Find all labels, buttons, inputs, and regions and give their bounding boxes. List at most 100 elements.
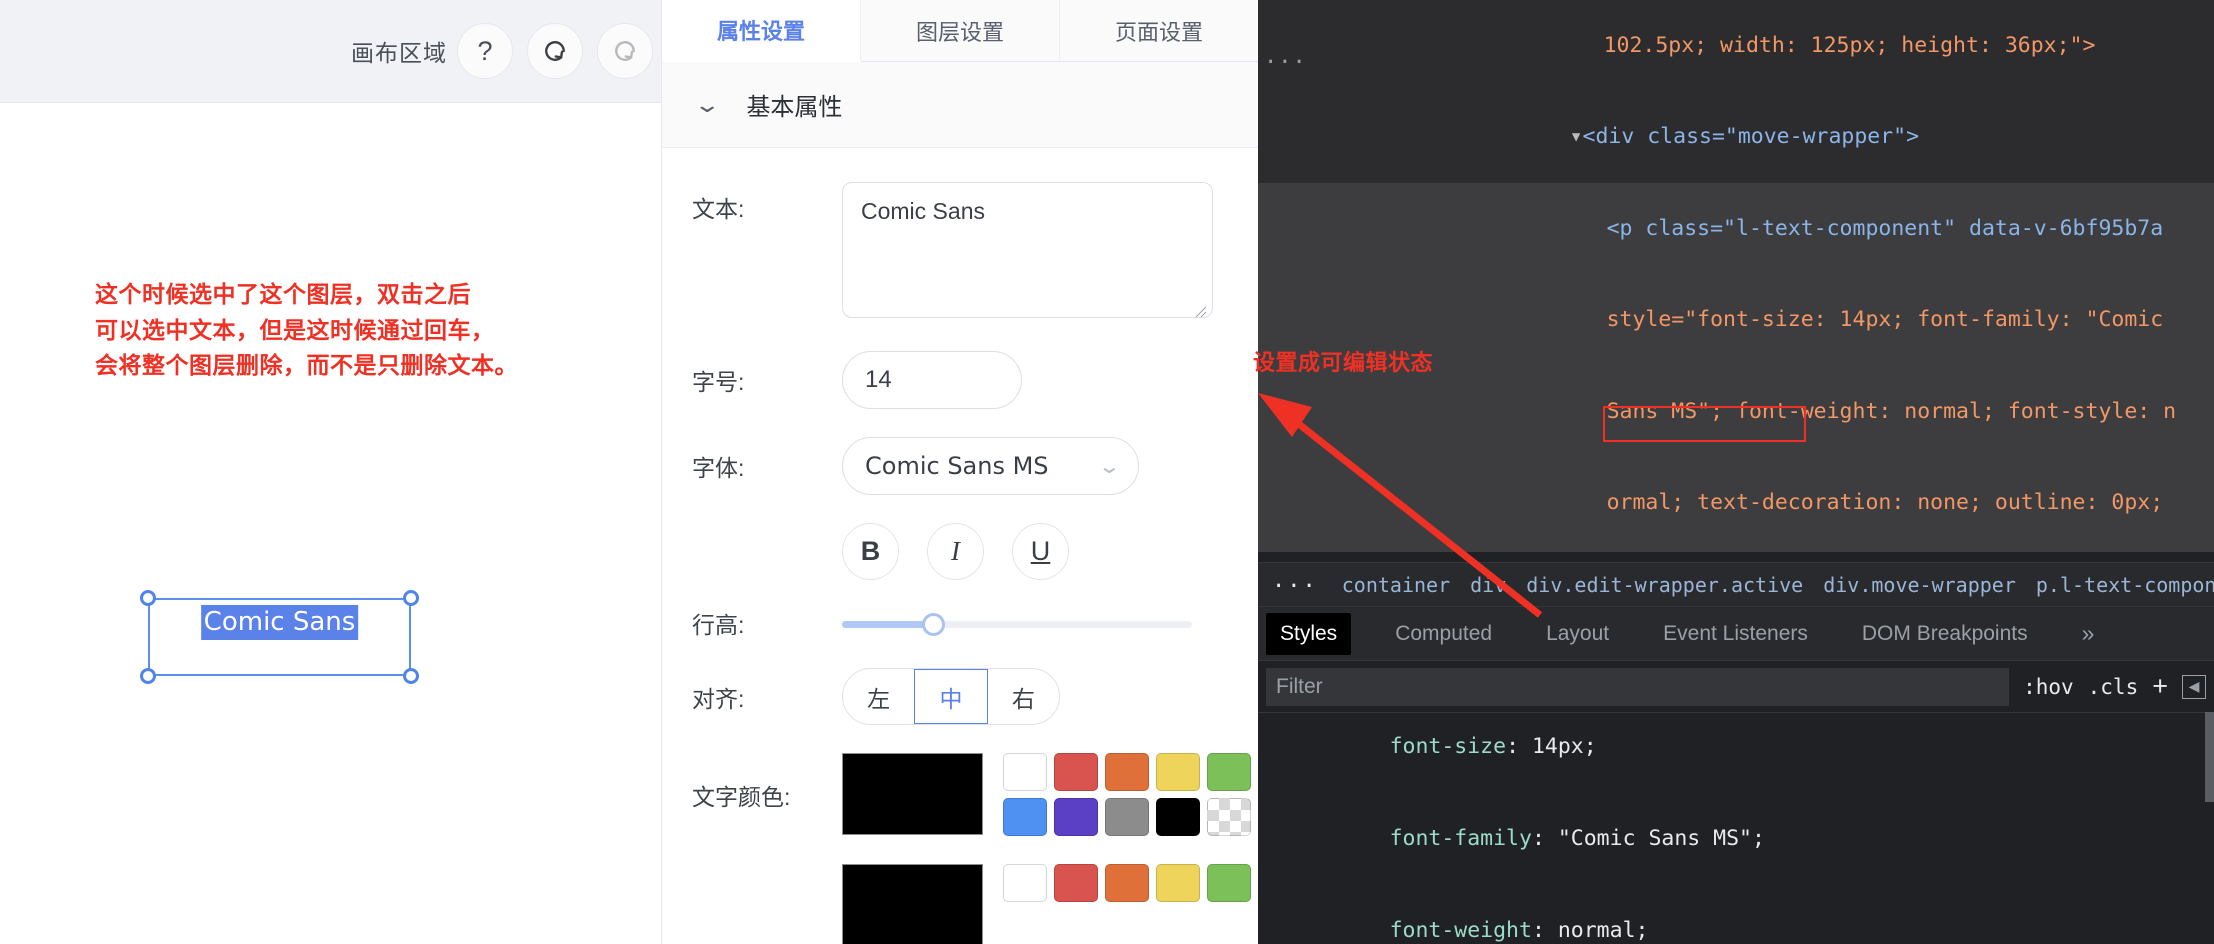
row-text-color: 文字颜色: — [662, 753, 1258, 836]
swatch-green[interactable] — [1207, 864, 1251, 902]
tab-attribute-settings[interactable]: 属性设置 — [662, 0, 861, 62]
label-text: 文本: — [692, 196, 745, 222]
tab-layer-settings[interactable]: 图层设置 — [861, 0, 1060, 61]
swatch-red[interactable] — [1054, 753, 1098, 791]
section-title: 基本属性 — [746, 94, 843, 121]
align-right-button[interactable]: 右 — [988, 669, 1059, 724]
breadcrumb-overflow-button[interactable]: ... — [1266, 568, 1322, 601]
next-color-picker — [842, 864, 1258, 944]
selected-layer[interactable]: Comic Sans — [140, 590, 419, 684]
resize-handle-bottom-right[interactable] — [403, 668, 419, 684]
text-color-preview[interactable] — [842, 753, 983, 835]
resize-handle-top-right[interactable] — [403, 590, 419, 606]
dom-line-text: style="font-size: 14px; font-family: "Co… — [1606, 307, 2164, 333]
computed-sidebar-toggle-icon[interactable]: ◀ — [2182, 674, 2206, 699]
swatch-white[interactable] — [1003, 753, 1047, 791]
redo-button[interactable] — [597, 23, 653, 79]
dom-line[interactable]: Sans MS"; font-weight: normal; font-styl… — [1258, 366, 2214, 458]
align-left-button[interactable]: 左 — [843, 669, 914, 724]
underline-button[interactable]: U — [1012, 523, 1069, 580]
row-line-height: 行高: — [662, 606, 1258, 640]
css-property: font-size — [1389, 733, 1507, 759]
resize-handle-top-left[interactable] — [140, 590, 156, 606]
properties-panel: 属性设置 图层设置 页面设置 ⌄ 基本属性 文本: Comic Sans 字号:… — [661, 0, 1258, 944]
text-format-buttons: B I U — [662, 523, 1258, 580]
row-next-color — [662, 864, 1258, 944]
new-style-rule-button[interactable]: + — [2152, 671, 2168, 702]
dom-horizontal-scrollbar[interactable] — [1258, 552, 2214, 562]
next-color-preview[interactable] — [842, 864, 983, 944]
font-family-value: Comic Sans MS — [865, 452, 1049, 480]
devtools-dom-tree: ... 102.5px; width: 125px; height: 36px;… — [1258, 0, 2214, 562]
italic-button[interactable]: I — [927, 523, 984, 580]
swatch-red[interactable] — [1054, 864, 1098, 902]
label-line-height: 行高: — [692, 612, 745, 638]
swatch-blue[interactable] — [1003, 798, 1047, 836]
disclosure-triangle-icon[interactable]: ▾ — [1570, 124, 1583, 149]
breadcrumb-item-container[interactable]: container — [1342, 573, 1450, 597]
tab-styles[interactable]: Styles — [1266, 612, 1352, 655]
dom-line[interactable]: ▾<div class="move-wrapper"> — [1258, 91, 2214, 184]
align-center-button[interactable]: 中 — [914, 669, 988, 724]
properties-tabs: 属性设置 图层设置 页面设置 — [662, 0, 1258, 62]
tab-page-settings[interactable]: 页面设置 — [1060, 0, 1258, 61]
slider-knob[interactable] — [922, 612, 945, 636]
breadcrumb-item-div[interactable]: div — [1470, 573, 1506, 597]
chevron-down-icon: ⌄ — [693, 91, 722, 117]
align-segmented-control: 左 中 右 — [842, 668, 1060, 725]
dom-line[interactable]: 102.5px; width: 125px; height: 36px;"> — [1258, 0, 2214, 92]
chevron-down-icon: ⌄ — [1097, 455, 1122, 478]
resize-handle-bottom-left[interactable] — [140, 668, 156, 684]
font-size-input[interactable] — [842, 351, 1022, 409]
bold-button[interactable]: B — [842, 523, 899, 580]
swatch-white[interactable] — [1003, 864, 1047, 902]
help-button[interactable]: ? — [457, 23, 513, 79]
swatch-purple[interactable] — [1054, 798, 1098, 836]
styles-filter-input[interactable] — [1266, 667, 2010, 706]
swatch-orange[interactable] — [1105, 753, 1149, 791]
canvas-area-label: 画布区域 — [351, 40, 447, 66]
css-declaration[interactable]: font-family: "Comic Sans MS"; — [1258, 793, 2214, 885]
row-align: 对齐: 左 中 右 — [662, 668, 1258, 725]
css-value: "Comic Sans MS" — [1557, 825, 1753, 851]
swatch-transparent[interactable] — [1207, 798, 1251, 836]
font-family-select[interactable]: Comic Sans MS ⌄ — [842, 437, 1139, 495]
breadcrumb-item-move-wrapper[interactable]: div.move-wrapper — [1823, 573, 2016, 597]
cls-button[interactable]: .cls — [2088, 675, 2139, 699]
tab-event-listeners[interactable]: Event Listeners — [1653, 617, 1818, 651]
tab-layout[interactable]: Layout — [1536, 617, 1619, 651]
selected-layer-text[interactable]: Comic Sans — [200, 605, 359, 640]
tab-computed[interactable]: Computed — [1385, 617, 1502, 651]
dom-line[interactable]: ormal; text-decoration: none; outline: 0… — [1258, 457, 2214, 550]
undo-button[interactable] — [527, 23, 583, 79]
styles-vertical-scrollbar[interactable] — [2205, 712, 2214, 944]
swatch-yellow[interactable] — [1156, 753, 1200, 791]
hov-button[interactable]: :hov — [2023, 675, 2074, 699]
canvas-toolbar: 画布区域 ? — [0, 0, 661, 103]
devtools-breadcrumb: ... container div div.edit-wrapper.activ… — [1258, 562, 2214, 606]
css-value: normal — [1557, 918, 1636, 944]
row-text: 文本: Comic Sans — [662, 182, 1258, 323]
dom-line[interactable]: <p class="l-text-component" data-v-6bf95… — [1258, 183, 2214, 275]
label-align: 对齐: — [692, 685, 745, 712]
swatch-grey[interactable] — [1105, 798, 1149, 836]
text-color-picker — [842, 753, 1258, 836]
row-font-size: 字号: — [662, 351, 1258, 409]
swatch-green[interactable] — [1207, 753, 1251, 791]
css-declaration[interactable]: font-weight: normal; — [1258, 885, 2214, 944]
breadcrumb-item-text-component[interactable]: p.l-text-component — [2036, 573, 2214, 597]
css-property: font-weight — [1389, 918, 1532, 944]
tab-dom-breakpoints[interactable]: DOM Breakpoints — [1852, 617, 2038, 651]
dom-line-text: <div class="move-wrapper"> — [1582, 124, 1920, 150]
tab-overflow-chevron-icon[interactable]: » — [2072, 615, 2105, 652]
css-declaration[interactable]: font-size: 14px; — [1258, 713, 2214, 793]
swatch-black[interactable] — [1156, 798, 1200, 836]
line-height-slider[interactable] — [842, 612, 1192, 636]
swatch-yellow[interactable] — [1156, 864, 1200, 902]
canvas-panel: 画布区域 ? 这个时候选中了这个图层，双击之后 可以选中文本，但是这时候通过回车… — [0, 0, 661, 944]
breadcrumb-item-edit-wrapper[interactable]: div.edit-wrapper.active — [1526, 573, 1803, 597]
swatch-orange[interactable] — [1105, 864, 1149, 902]
devtools-sidebar-tabs: Styles Computed Layout Event Listeners D… — [1258, 606, 2214, 660]
section-header-basic-properties[interactable]: ⌄ 基本属性 — [662, 62, 1258, 148]
text-input[interactable]: Comic Sans — [842, 182, 1213, 318]
